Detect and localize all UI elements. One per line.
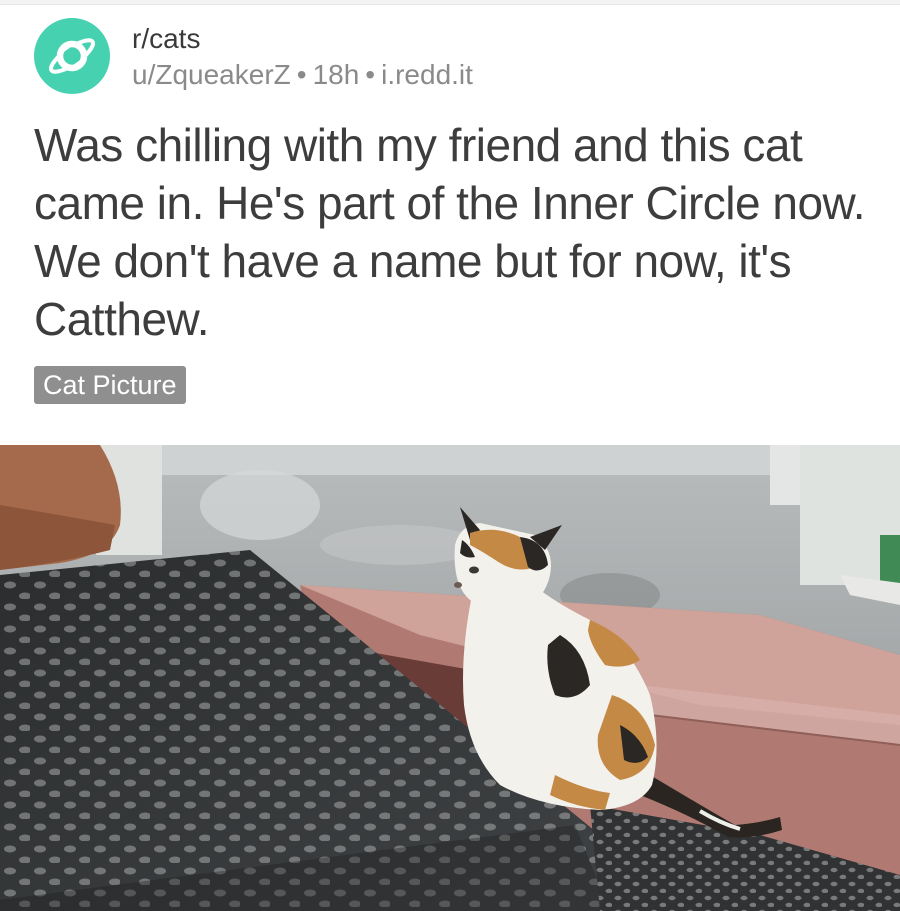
author-link[interactable]: u/ZqueakerZ	[132, 59, 291, 90]
byline: u/ZqueakerZ • 18h • i.redd.it	[132, 58, 473, 92]
post-title[interactable]: Was chilling with my friend and this cat…	[34, 116, 874, 348]
post-image[interactable]	[0, 445, 900, 911]
subreddit-link[interactable]: r/cats	[132, 22, 473, 56]
post-header: r/cats u/ZqueakerZ • 18h • i.redd.it	[34, 18, 874, 98]
post-flair[interactable]: Cat Picture	[34, 366, 186, 404]
post-meta: r/cats u/ZqueakerZ • 18h • i.redd.it	[132, 22, 473, 92]
cat-photo	[0, 445, 900, 911]
meta-separator: •	[296, 59, 307, 90]
meta-separator: •	[365, 59, 376, 90]
community-avatar[interactable]	[34, 18, 110, 94]
post-domain[interactable]: i.redd.it	[381, 59, 473, 90]
post-age: 18h	[312, 59, 360, 90]
top-divider	[0, 0, 900, 5]
planet-icon	[49, 38, 95, 74]
